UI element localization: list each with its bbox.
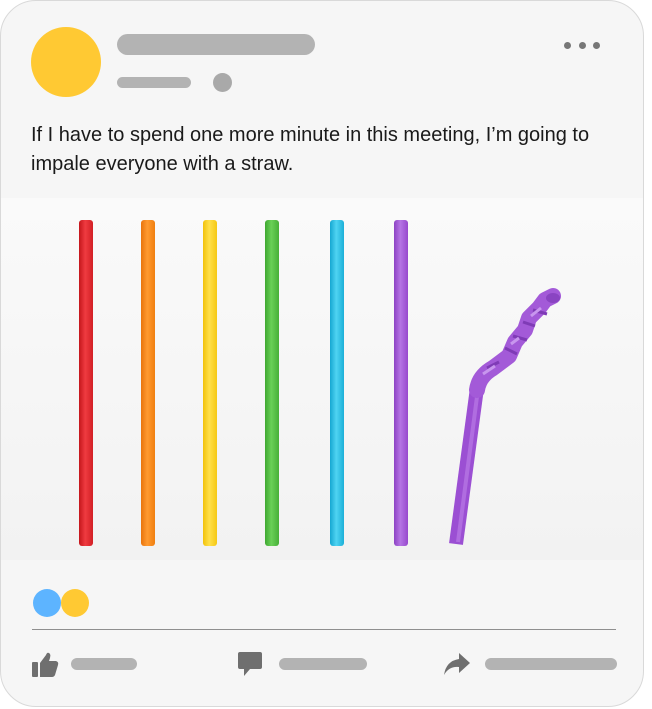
avatar[interactable] [31,27,101,97]
crumpled-purple-straw [449,288,561,545]
comment-icon [238,652,262,676]
like-button[interactable] [31,649,137,679]
social-post-card: If I have to spend one more minute in th… [0,0,644,707]
more-options-icon [578,41,586,49]
post-time-placeholder [117,77,191,88]
haha-reaction-icon [61,589,89,617]
post-text: If I have to spend one more minute in th… [31,124,590,175]
more-options-icon [564,41,571,49]
like-label-placeholder [71,658,137,670]
comment-label-placeholder [279,658,367,670]
audience-icon [213,73,232,92]
share-button[interactable] [443,649,617,679]
reactions-summary[interactable] [33,589,93,617]
author-name-placeholder[interactable] [117,34,315,55]
divider [32,629,616,630]
share-label-placeholder [485,658,617,670]
post-image[interactable] [1,198,643,560]
share-icon [444,653,470,675]
thumbs-up-icon [32,652,59,677]
comment-button[interactable] [237,649,367,679]
like-reaction-icon [33,589,61,617]
more-options-icon [593,41,600,49]
more-options-button[interactable] [564,35,600,55]
